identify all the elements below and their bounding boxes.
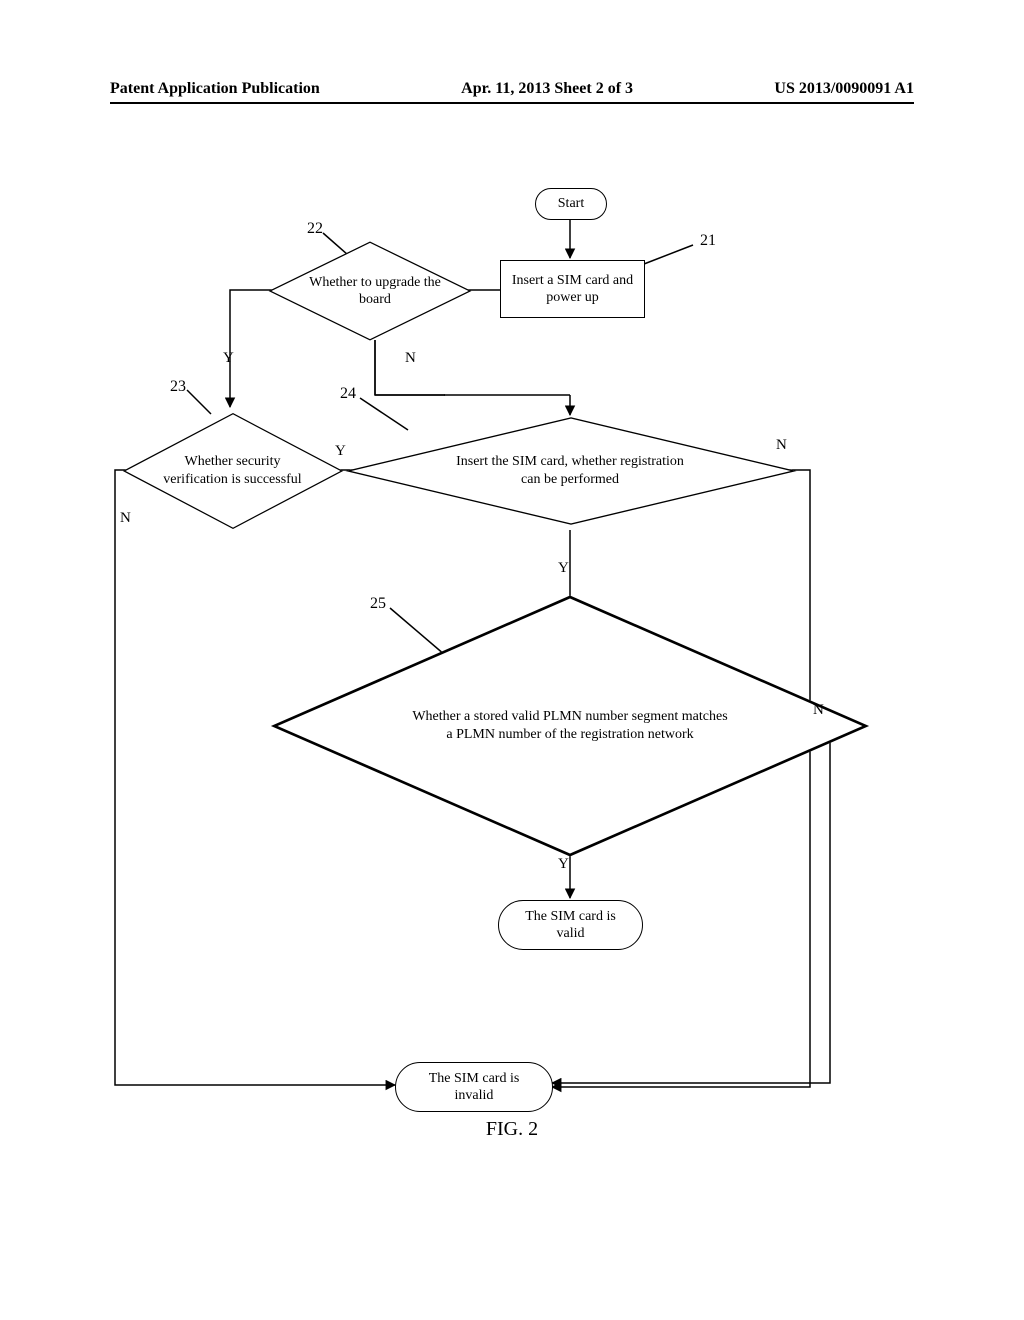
terminator-valid-text: The SIM card is valid (517, 908, 624, 943)
process-insert-sim: Insert a SIM card and power up (500, 260, 645, 318)
edge-22-y: Y (223, 350, 234, 367)
decision-security-verification-text: Whether security verification is success… (150, 408, 315, 533)
header-right: US 2013/0090091 A1 (774, 80, 914, 98)
decision-registration: Insert the SIM card, whether registratio… (405, 413, 735, 528)
decision-registration-text: Insert the SIM card, whether registratio… (405, 413, 735, 528)
ref-23: 23 (170, 378, 186, 396)
header-left: Patent Application Publication (110, 80, 320, 98)
page-header: Patent Application Publication Apr. 11, … (110, 80, 914, 98)
ref-22: 22 (307, 220, 323, 238)
decision-plmn-match: Whether a stored valid PLMN number segme… (350, 628, 790, 823)
decision-upgrade-board: Whether to upgrade the board (300, 240, 450, 342)
decision-upgrade-board-text: Whether to upgrade the board (300, 240, 450, 342)
terminator-valid: The SIM card is valid (498, 900, 643, 950)
terminator-start: Start (535, 188, 607, 220)
edge-24-y: Y (558, 560, 569, 577)
terminator-invalid: The SIM card is invalid (395, 1062, 553, 1112)
start-label: Start (558, 195, 584, 213)
process-insert-sim-text: Insert a SIM card and power up (511, 272, 634, 307)
edge-23-n: N (120, 510, 131, 527)
terminator-invalid-text: The SIM card is invalid (414, 1070, 534, 1105)
figure-caption: FIG. 2 (0, 1118, 1024, 1141)
header-center: Apr. 11, 2013 Sheet 2 of 3 (461, 80, 633, 98)
edge-25-y: Y (558, 856, 569, 873)
decision-security-verification: Whether security verification is success… (150, 408, 315, 533)
ref-25: 25 (370, 595, 386, 613)
ref-21: 21 (700, 232, 716, 250)
edge-25-n: N (813, 702, 824, 719)
edge-22-n: N (405, 350, 416, 367)
edge-23-y: Y (335, 443, 346, 460)
edge-24-n: N (776, 437, 787, 454)
decision-plmn-match-text: Whether a stored valid PLMN number segme… (350, 628, 790, 823)
ref-24: 24 (340, 385, 356, 403)
header-rule (110, 102, 914, 104)
